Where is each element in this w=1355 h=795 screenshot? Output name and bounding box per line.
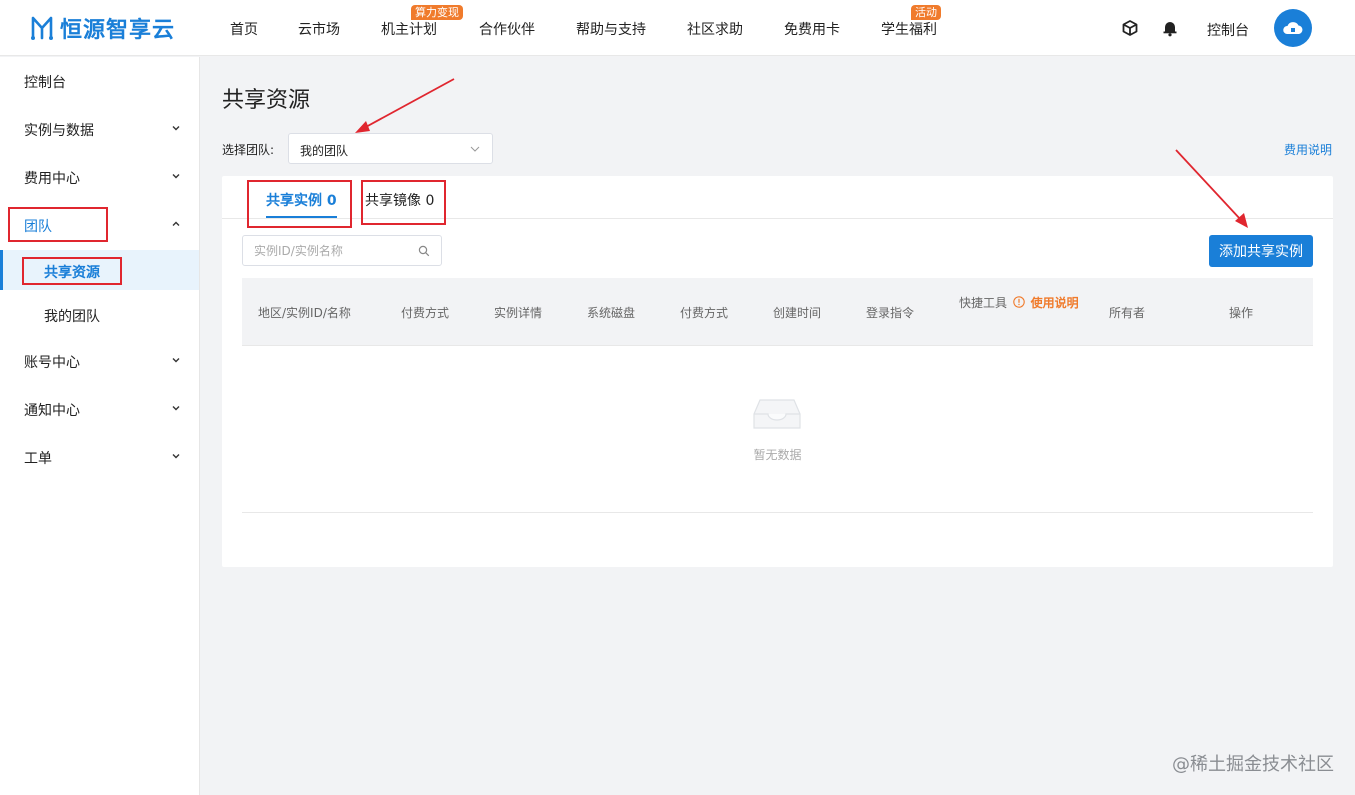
- chevron-down-icon: [172, 126, 180, 131]
- column-header: 系统磁盘: [587, 306, 636, 320]
- nav-free-card[interactable]: 免费用卡: [784, 19, 840, 39]
- sidebar-item-account[interactable]: 账号中心: [0, 340, 199, 380]
- page-title: 共享资源: [222, 88, 311, 113]
- sidebar-item-team[interactable]: 团队: [0, 204, 199, 244]
- empty-inbox-icon: [753, 399, 801, 429]
- search-input[interactable]: [244, 237, 414, 264]
- column-header: 实例详情: [494, 306, 543, 320]
- logo-text: 恒源智享云: [60, 18, 176, 43]
- team-select-label: 选择团队:: [222, 143, 275, 157]
- console-link[interactable]: 控制台: [1207, 20, 1249, 40]
- nav-help-support[interactable]: 帮助与支持: [576, 19, 646, 39]
- usage-guide-link[interactable]: 使用说明: [1031, 296, 1079, 310]
- column-header: 快捷工具: [959, 296, 1008, 310]
- warning-icon: [1013, 296, 1025, 308]
- sidebar-item-my-team[interactable]: 我的团队: [0, 294, 199, 334]
- avatar[interactable]: [1274, 9, 1312, 47]
- sidebar-item-label: 通知中心: [24, 403, 80, 419]
- sidebar-item-label: 实例与数据: [24, 123, 94, 139]
- sidebar-item-label: 我的团队: [44, 309, 100, 325]
- sidebar-item-label: 控制台: [24, 75, 66, 91]
- nav-host-plan-badge: 算力变现: [411, 5, 463, 20]
- nav-community-help[interactable]: 社区求助: [687, 19, 743, 39]
- column-header: 地区/实例ID/名称: [258, 306, 351, 320]
- tabs-divider: [222, 218, 1333, 219]
- team-select-value: 我的团队: [300, 144, 349, 158]
- cloud-avatar-icon: [1283, 22, 1303, 34]
- sidebar-item-instances-data[interactable]: 实例与数据: [0, 108, 199, 148]
- chevron-down-icon: [470, 146, 480, 152]
- search-icon[interactable]: [418, 245, 430, 257]
- annotation-arrow-head: [355, 121, 370, 133]
- tab-shared-images[interactable]: 共享镜像 0: [365, 190, 434, 210]
- table-divider: [242, 512, 1313, 513]
- cube-icon[interactable]: [1121, 19, 1139, 37]
- annotation-arrow-line: [363, 78, 455, 129]
- watermark: @稀土掘金技术社区: [1172, 754, 1334, 775]
- column-header-quick-tools: 快捷工具 使用说明: [959, 294, 1079, 312]
- nav-cloud-market[interactable]: 云市场: [298, 19, 340, 39]
- sidebar-item-label: 费用中心: [24, 171, 80, 187]
- sidebar-item-shared-resources[interactable]: 共享资源: [0, 250, 199, 290]
- logo[interactable]: 恒源智享云: [30, 12, 175, 44]
- nav-host-plan[interactable]: 机主计划: [381, 19, 437, 39]
- column-header: 付费方式: [401, 306, 450, 320]
- column-header: 付费方式: [680, 306, 729, 320]
- chevron-up-icon: [172, 221, 180, 226]
- tab-shared-instances[interactable]: 共享实例 0: [266, 190, 337, 210]
- top-bar: 恒源智享云 首页 云市场 机主计划 算力变现 合作伙伴 帮助与支持 社区求助 免…: [0, 0, 1355, 56]
- logo-icon: [31, 16, 53, 40]
- sidebar-item-console[interactable]: 控制台: [0, 60, 199, 100]
- table-header: 地区/实例ID/名称 付费方式 实例详情 系统磁盘 付费方式 创建时间 登录指令…: [242, 278, 1313, 346]
- nav-partners[interactable]: 合作伙伴: [479, 19, 535, 39]
- add-shared-instance-button[interactable]: 添加共享实例: [1209, 235, 1313, 267]
- fee-explanation-link[interactable]: 费用说明: [1284, 141, 1332, 158]
- column-header: 操作: [1229, 306, 1254, 320]
- sidebar: 控制台 实例与数据 费用中心 团队 共享资源 我的团队 账号中心 通知中心 工单: [0, 57, 200, 795]
- sidebar-item-notifications[interactable]: 通知中心: [0, 388, 199, 428]
- column-header: 所有者: [1109, 306, 1146, 320]
- sidebar-item-label: 账号中心: [24, 355, 80, 371]
- team-select[interactable]: 我的团队: [288, 133, 493, 164]
- instance-search: [242, 235, 442, 266]
- empty-state-text: 暂无数据: [753, 448, 802, 462]
- sidebar-item-label: 团队: [24, 219, 52, 235]
- sidebar-item-label: 共享资源: [44, 265, 100, 281]
- chevron-down-icon: [172, 174, 180, 179]
- nav-home[interactable]: 首页: [230, 19, 258, 39]
- sidebar-item-tickets[interactable]: 工单: [0, 436, 199, 476]
- nav-student-benefits-badge: 活动: [911, 5, 941, 20]
- bell-icon[interactable]: [1161, 19, 1179, 37]
- chevron-down-icon: [172, 358, 180, 363]
- sidebar-item-label: 工单: [24, 451, 52, 467]
- nav-student-benefits[interactable]: 学生福利: [881, 19, 937, 39]
- sidebar-item-billing[interactable]: 费用中心: [0, 156, 199, 196]
- chevron-down-icon: [172, 454, 180, 459]
- chevron-down-icon: [172, 406, 180, 411]
- shared-resources-card: 共享实例 0 共享镜像 0 添加共享实例 地区/实例ID/名称 付费方式 实例详…: [222, 176, 1333, 567]
- column-header: 创建时间: [773, 306, 822, 320]
- column-header: 登录指令: [866, 306, 915, 320]
